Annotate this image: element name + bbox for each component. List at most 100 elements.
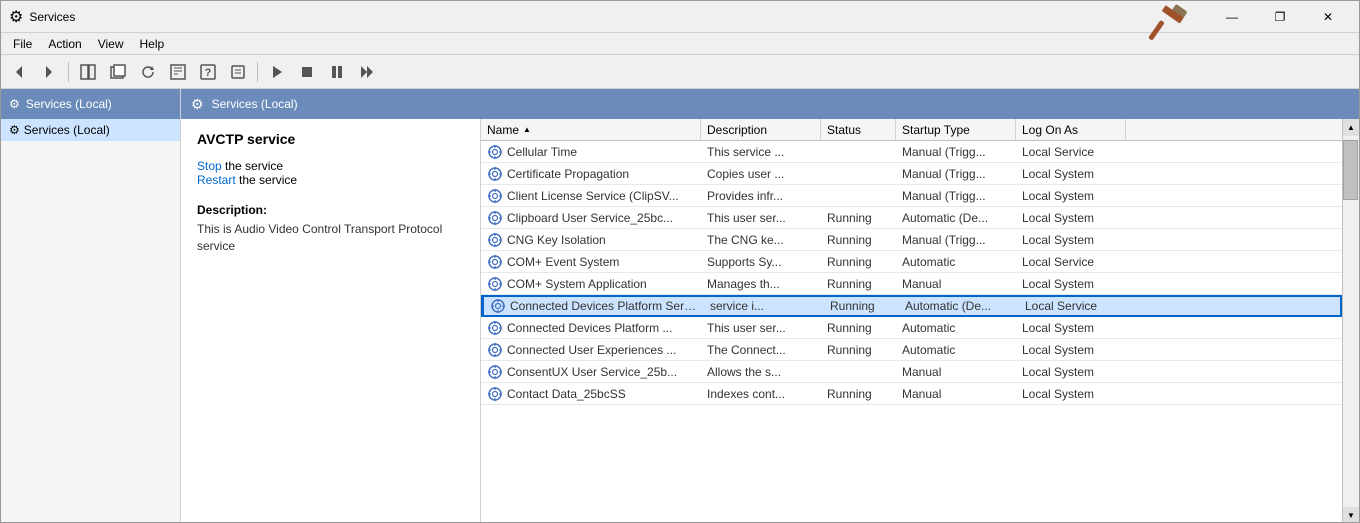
scrollbar-track[interactable] <box>1343 136 1359 507</box>
service-icon <box>487 166 503 182</box>
service-gear-icon <box>487 232 503 248</box>
table-row[interactable]: Connected Devices Platform ... This user… <box>481 317 1342 339</box>
sidebar-item-label: Services (Local) <box>24 123 110 137</box>
cell-description: Provides infr... <box>701 185 821 206</box>
menu-action[interactable]: Action <box>40 35 89 53</box>
stop-service-link[interactable]: Stop <box>197 159 222 173</box>
col-header-description[interactable]: Description <box>701 119 821 140</box>
cell-status: Running <box>821 229 896 250</box>
back-button[interactable] <box>5 59 33 85</box>
col-header-name[interactable]: Name ▲ <box>481 119 701 140</box>
new-window-button[interactable] <box>104 59 132 85</box>
scroll-down-arrow[interactable]: ▼ <box>1343 507 1359 523</box>
cell-status: Running <box>821 207 896 228</box>
table-row[interactable]: Certificate Propagation Copies user ... … <box>481 163 1342 185</box>
column-headers: Name ▲ Description Status Startup Type <box>481 119 1342 141</box>
toolbar-separator-1 <box>68 62 69 82</box>
play-button[interactable] <box>263 59 291 85</box>
cell-status <box>821 185 896 206</box>
scroll-up-arrow[interactable]: ▲ <box>1343 119 1359 136</box>
service-gear-icon <box>487 364 503 380</box>
table-row[interactable]: Connected User Experiences ... The Conne… <box>481 339 1342 361</box>
cell-logon: Local System <box>1016 339 1126 360</box>
cell-name: Cellular Time <box>481 141 701 162</box>
cell-logon: Local System <box>1016 361 1126 382</box>
cell-name: ConsentUX User Service_25b... <box>481 361 701 382</box>
help-button[interactable]: ? <box>194 59 222 85</box>
cell-name: Client License Service (ClipSV... <box>481 185 701 206</box>
stop-button[interactable] <box>293 59 321 85</box>
cell-name: Clipboard User Service_25bc... <box>481 207 701 228</box>
resume-button[interactable] <box>353 59 381 85</box>
hammer-svg <box>1144 0 1194 49</box>
console-tree-button[interactable] <box>74 59 102 85</box>
service-gear-icon <box>490 298 506 314</box>
cell-startup: Manual <box>896 383 1016 404</box>
title-bar: ⚙ Services — ❐ ✕ <box>1 1 1359 33</box>
service-action-links: Stop the service Restart the service <box>197 159 464 187</box>
restart-service-link[interactable]: Restart <box>197 173 236 187</box>
service-icon <box>487 188 503 204</box>
vertical-scrollbar: ▲ ▼ <box>1342 119 1359 523</box>
service-gear-icon <box>487 144 503 160</box>
cell-description: Manages th... <box>701 273 821 294</box>
cell-name: COM+ System Application <box>481 273 701 294</box>
service-gear-icon <box>487 320 503 336</box>
table-row[interactable]: Clipboard User Service_25bc... This user… <box>481 207 1342 229</box>
table-row[interactable]: Contact Data_25bcSS Indexes cont... Runn… <box>481 383 1342 405</box>
cell-name: Connected User Experiences ... <box>481 339 701 360</box>
cell-name: CNG Key Isolation <box>481 229 701 250</box>
col-header-status[interactable]: Status <box>821 119 896 140</box>
menu-view[interactable]: View <box>90 35 132 53</box>
cell-startup: Automatic (De... <box>896 207 1016 228</box>
cell-status: Running <box>821 339 896 360</box>
service-icon <box>487 342 503 358</box>
cell-status: Running <box>824 297 899 315</box>
cell-status <box>821 141 896 162</box>
cell-logon: Local System <box>1016 317 1126 338</box>
cell-name: Connected Devices Platform Service <box>484 297 704 315</box>
table-row[interactable]: COM+ Event System Supports Sy... Running… <box>481 251 1342 273</box>
cell-name: Certificate Propagation <box>481 163 701 184</box>
refresh-button[interactable] <box>134 59 162 85</box>
sort-asc-icon: ▲ <box>523 125 531 134</box>
table-row[interactable]: CNG Key Isolation The CNG ke... Running … <box>481 229 1342 251</box>
cell-description: This user ser... <box>701 207 821 228</box>
export-button[interactable] <box>164 59 192 85</box>
service-gear-icon <box>487 254 503 270</box>
cell-logon: Local System <box>1016 229 1126 250</box>
table-row[interactable]: Connected Devices Platform Service servi… <box>481 295 1342 317</box>
cell-description: This service ... <box>701 141 821 162</box>
col-header-startup[interactable]: Startup Type <box>896 119 1016 140</box>
forward-button[interactable] <box>35 59 63 85</box>
cell-startup: Automatic (De... <box>899 297 1019 315</box>
col-header-logon[interactable]: Log On As <box>1016 119 1126 140</box>
cell-name: COM+ Event System <box>481 251 701 272</box>
properties-button[interactable] <box>224 59 252 85</box>
minimize-button[interactable]: — <box>1209 1 1255 33</box>
table-row[interactable]: ConsentUX User Service_25b... Allows the… <box>481 361 1342 383</box>
restore-button[interactable]: ❐ <box>1257 1 1303 33</box>
menu-file[interactable]: File <box>5 35 40 53</box>
left-panel: ⚙ Services (Local) ⚙ Services (Local) <box>1 89 181 523</box>
split-view: AVCTP service Stop the service Restart t… <box>181 119 1359 523</box>
scrollbar-thumb[interactable] <box>1343 140 1358 200</box>
description-panel: AVCTP service Stop the service Restart t… <box>181 119 481 523</box>
description-label: Description: <box>197 203 464 217</box>
window-controls: — ❐ ✕ <box>1209 1 1351 33</box>
service-icon <box>487 144 503 160</box>
restart-suffix: the service <box>239 173 297 187</box>
table-rows-container: Cellular Time This service ... Manual (T… <box>481 141 1342 405</box>
description-text: This is Audio Video Control Transport Pr… <box>197 221 464 255</box>
table-row[interactable]: COM+ System Application Manages th... Ru… <box>481 273 1342 295</box>
stop-icon <box>299 64 315 80</box>
export-icon <box>170 64 186 80</box>
cell-startup: Manual <box>896 273 1016 294</box>
menu-help[interactable]: Help <box>132 35 173 53</box>
table-row[interactable]: Cellular Time This service ... Manual (T… <box>481 141 1342 163</box>
service-gear-icon <box>487 386 503 402</box>
sidebar-item-services-local[interactable]: ⚙ Services (Local) <box>1 119 180 141</box>
close-button[interactable]: ✕ <box>1305 1 1351 33</box>
table-row[interactable]: Client License Service (ClipSV... Provid… <box>481 185 1342 207</box>
pause-button[interactable] <box>323 59 351 85</box>
